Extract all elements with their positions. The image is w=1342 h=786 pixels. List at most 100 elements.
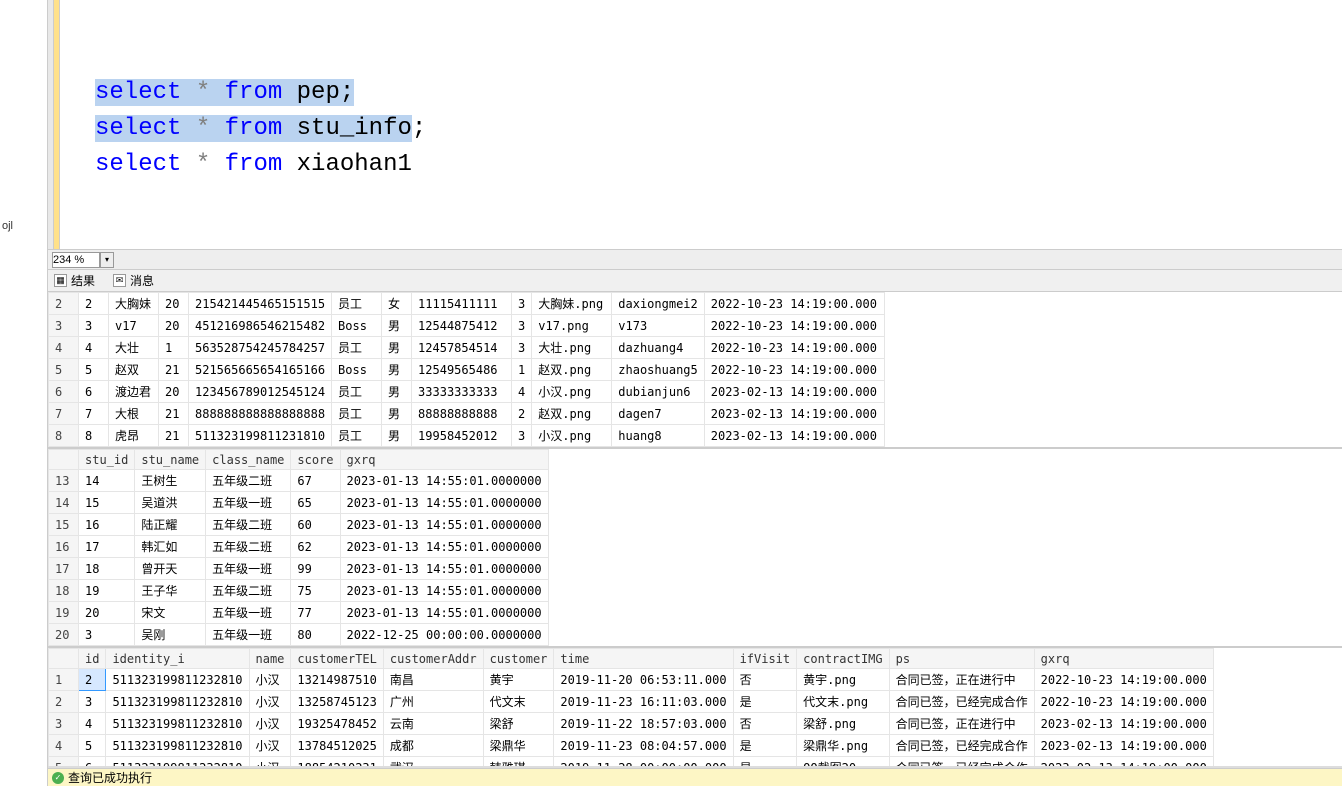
table-row[interactable]: 1920宋文五年级一班772023-01-13 14:55:01.0000000 [49,602,549,624]
cell[interactable]: 陆正耀 [135,514,206,536]
cell[interactable]: 12457854514 [412,337,512,359]
cell[interactable]: 2019-11-23 08:04:57.000 [554,735,733,757]
cell[interactable]: 2 [49,293,79,315]
cell[interactable]: 韩雅琪 [483,757,554,767]
cell[interactable]: 19 [49,602,79,624]
cell[interactable]: 99 [291,558,340,580]
cell[interactable]: 合同已签，正在进行中 [889,669,1034,691]
cell[interactable]: 员工 [332,293,382,315]
zoom-dropdown-icon[interactable]: ▾ [100,252,114,268]
cell[interactable]: zhaoshuang5 [612,359,704,381]
cell[interactable]: 王子华 [135,580,206,602]
column-header[interactable]: ifVisit [733,649,797,669]
cell[interactable]: 2023-02-13 14:19:00.000 [1034,713,1213,735]
cell[interactable]: 18 [49,580,79,602]
cell[interactable]: dagen7 [612,403,704,425]
table-row[interactable]: 34511323199811232810小汉19325478452云南梁舒201… [49,713,1214,735]
cell[interactable]: 8 [49,425,79,447]
table-row[interactable]: 1516陆正耀五年级二班602023-01-13 14:55:01.000000… [49,514,549,536]
cell[interactable]: 2 [79,669,106,691]
column-header[interactable]: identity_i [106,649,249,669]
cell[interactable]: v17 [109,315,159,337]
cell[interactable]: 黄宇.png [797,669,889,691]
column-header[interactable]: time [554,649,733,669]
cell[interactable]: v17.png [532,315,612,337]
cell[interactable]: 小汉.png [532,381,612,403]
cell[interactable]: 男 [382,381,412,403]
column-header[interactable] [49,450,79,470]
cell[interactable]: 67 [291,470,340,492]
cell[interactable]: 赵双 [109,359,159,381]
cell[interactable]: 2023-01-13 14:55:01.0000000 [340,470,548,492]
cell[interactable]: 451216986546215482 [189,315,332,337]
table-row[interactable]: 1718曾开天五年级一班992023-01-13 14:55:01.000000… [49,558,549,580]
cell[interactable]: 2023-01-13 14:55:01.0000000 [340,580,548,602]
cell[interactable]: 梁舒.png [797,713,889,735]
cell[interactable]: 武汉 [383,757,483,767]
cell[interactable]: 男 [382,337,412,359]
table-row[interactable]: 56511323199811232810小汉18854210231武汉韩雅琪20… [49,757,1214,767]
result-grid-2[interactable]: stu_idstu_nameclass_namescoregxrq1314王树生… [48,449,1342,648]
cell[interactable]: 吴刚 [135,624,206,646]
column-header[interactable] [49,649,79,669]
column-header[interactable]: name [249,649,291,669]
cell[interactable]: 11115411111 [412,293,512,315]
cell[interactable]: 大胸妹.png [532,293,612,315]
zoom-input[interactable] [52,252,100,268]
cell[interactable]: 19 [79,580,135,602]
cell[interactable]: 2022-10-23 14:19:00.000 [704,293,884,315]
table-row[interactable]: 1314王树生五年级二班672023-01-13 14:55:01.000000… [49,470,549,492]
cell[interactable]: 黄宇 [483,669,554,691]
cell[interactable]: v173 [612,315,704,337]
cell[interactable]: 男 [382,425,412,447]
cell[interactable]: 511323199811232810 [106,713,249,735]
cell[interactable]: 大壮.png [532,337,612,359]
column-header[interactable]: class_name [206,450,291,470]
cell[interactable]: 563528754245784257 [189,337,332,359]
cell[interactable]: 成都 [383,735,483,757]
cell[interactable]: 2023-01-13 14:55:01.0000000 [340,492,548,514]
cell[interactable]: 王树生 [135,470,206,492]
cell[interactable]: 五年级一班 [206,558,291,580]
cell[interactable]: 梁鼎华 [483,735,554,757]
cell[interactable]: 3 [49,713,79,735]
cell[interactable]: 代文末 [483,691,554,713]
cell[interactable]: 员工 [332,381,382,403]
cell[interactable]: 五年级二班 [206,580,291,602]
cell[interactable]: 20 [79,602,135,624]
cell[interactable]: 7 [49,403,79,425]
cell[interactable]: 2022-10-23 14:19:00.000 [704,337,884,359]
table-row[interactable]: 1617韩汇如五年级二班622023-01-13 14:55:01.000000… [49,536,549,558]
table-row[interactable]: 1415吴道洪五年级一班652023-01-13 14:55:01.000000… [49,492,549,514]
cell[interactable]: 赵双.png [532,403,612,425]
cell[interactable]: 75 [291,580,340,602]
cell[interactable]: 五年级一班 [206,602,291,624]
cell[interactable]: 33333333333 [412,381,512,403]
column-header[interactable]: gxrq [1034,649,1213,669]
cell[interactable]: 曾开天 [135,558,206,580]
cell[interactable]: 是 [733,757,797,767]
cell[interactable]: 五年级一班 [206,492,291,514]
cell[interactable]: 8 [79,425,109,447]
cell[interactable]: 员工 [332,337,382,359]
cell[interactable]: 2023-02-13 14:19:00.000 [704,425,884,447]
cell[interactable]: 五年级一班 [206,624,291,646]
table-row[interactable]: 66渡边君20123456789012545124员工男333333333334… [49,381,885,403]
cell[interactable]: 19958452012 [412,425,512,447]
cell[interactable]: 2022-12-25 00:00:00.0000000 [340,624,548,646]
cell[interactable]: 南昌 [383,669,483,691]
cell[interactable]: 员工 [332,425,382,447]
cell[interactable]: 6 [49,381,79,403]
cell[interactable]: 511323199811232810 [106,691,249,713]
cell[interactable]: 18 [79,558,135,580]
cell[interactable]: 大壮 [109,337,159,359]
cell[interactable]: 62 [291,536,340,558]
cell[interactable]: 3 [79,624,135,646]
object-explorer-panel[interactable]: ojl [0,0,48,786]
cell[interactable]: 21 [159,403,189,425]
cell[interactable]: 男 [382,359,412,381]
cell[interactable]: 5 [49,757,79,767]
column-header[interactable]: customerTEL [291,649,383,669]
cell[interactable]: Boss [332,359,382,381]
cell[interactable]: QQ截图20... [797,757,889,767]
